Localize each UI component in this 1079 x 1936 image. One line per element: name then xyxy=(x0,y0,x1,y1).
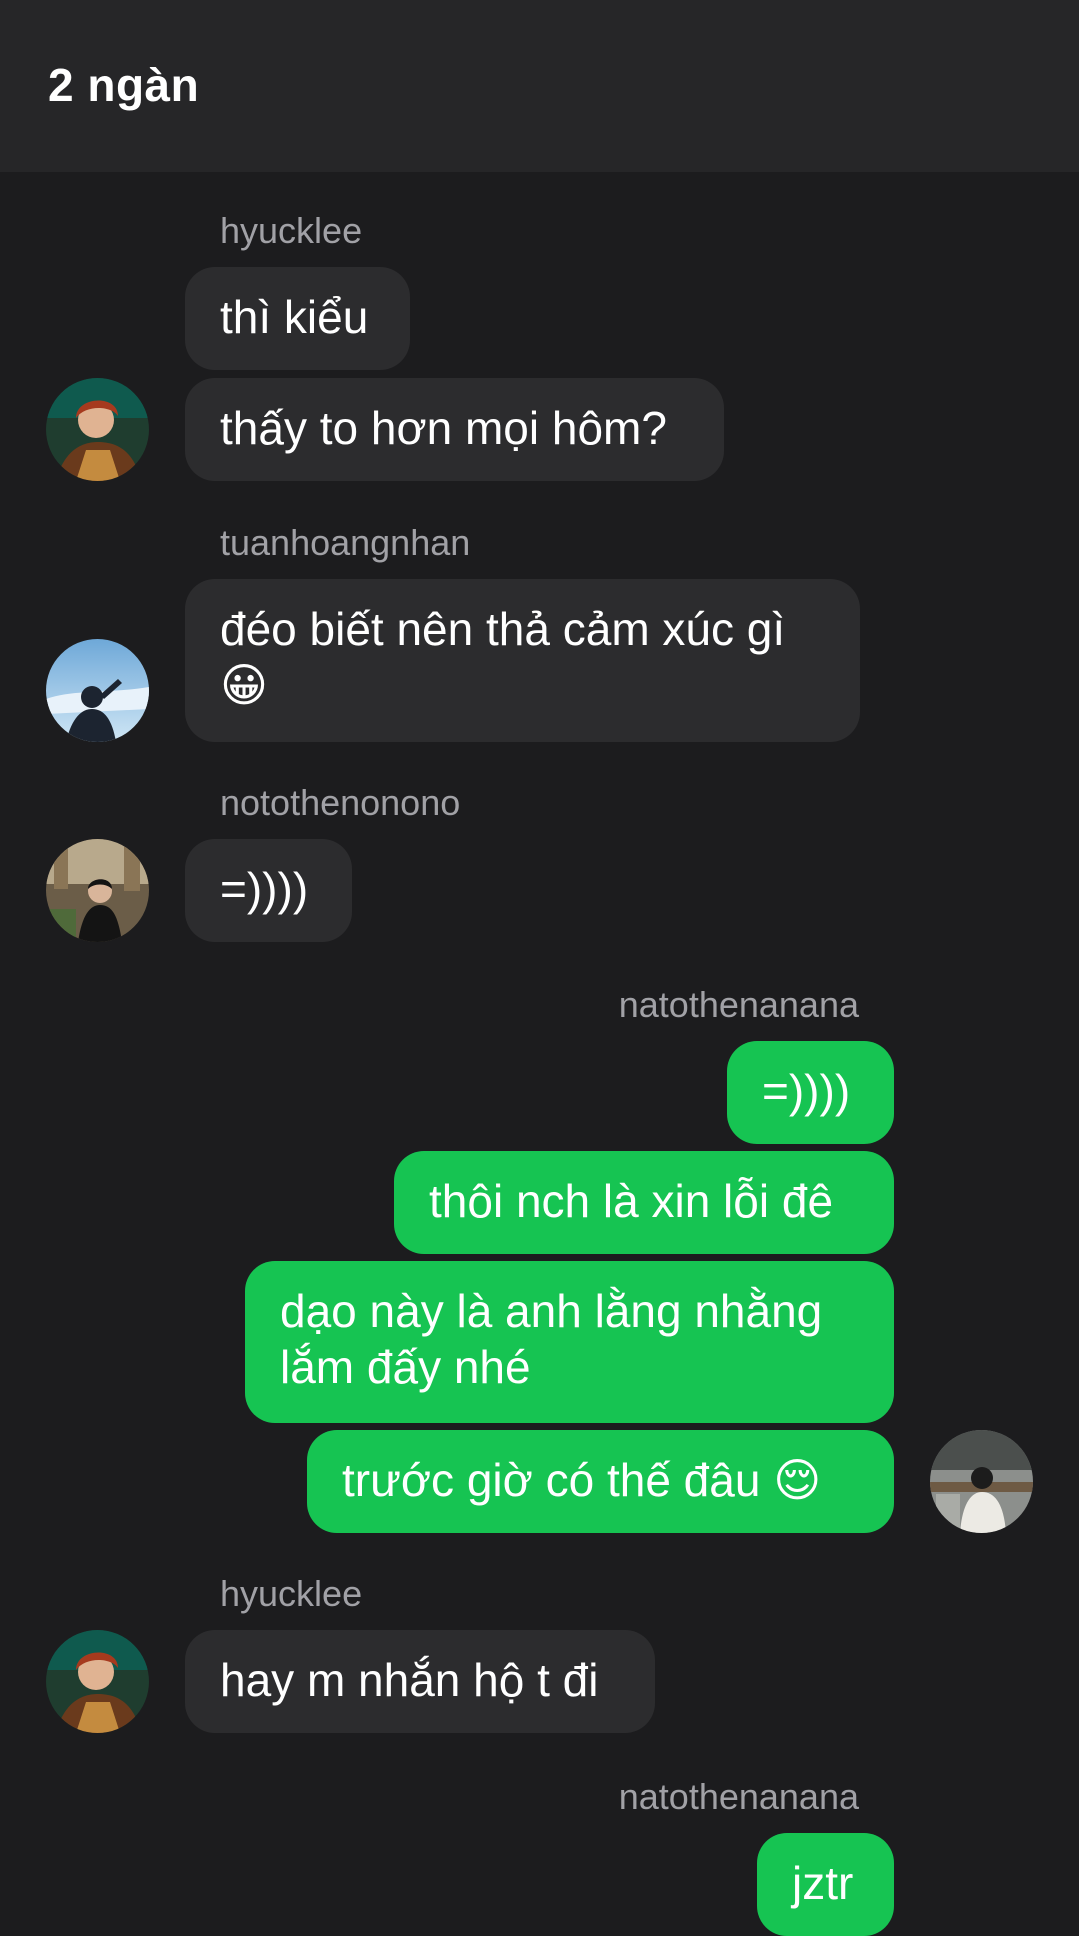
message-bubble[interactable]: thấy to hơn mọi hôm? xyxy=(185,378,724,481)
sender-name-hyucklee: hyucklee xyxy=(220,210,363,251)
person-avatar-icon xyxy=(46,639,149,742)
person-avatar-icon xyxy=(46,839,149,942)
message-text: thấy to hơn mọi hôm? xyxy=(220,402,667,454)
message-text: =)))) xyxy=(220,863,309,915)
message-text: thôi nch là xin lỗi đê xyxy=(429,1175,834,1227)
message-bubble[interactable]: jztr xyxy=(757,1833,894,1936)
avatar-hyucklee[interactable] xyxy=(46,1630,149,1733)
message-text: hay m nhắn hộ t đi xyxy=(220,1654,599,1706)
sender-name-natothenanana: natothenanana xyxy=(618,1776,859,1817)
message-text: thì kiểu xyxy=(220,291,369,343)
person-avatar-icon xyxy=(46,378,149,481)
sender-name-natothenanana: natothenanana xyxy=(618,984,859,1025)
message-text: jztr xyxy=(792,1857,854,1909)
message-bubble[interactable]: thì kiểu xyxy=(185,267,410,370)
message-bubble[interactable]: dạo này là anh lằng nhằng lắm đấy nhé xyxy=(245,1261,894,1423)
message-text: trước giờ có thế đâu xyxy=(342,1454,761,1506)
avatar-tuanhoangnhan[interactable] xyxy=(46,639,149,742)
message-text: dạo này là anh lằng nhằng lắm đấy nhé xyxy=(280,1285,823,1393)
message-bubble[interactable]: hay m nhắn hộ t đi xyxy=(185,1630,655,1733)
message-text: =)))) xyxy=(762,1065,851,1117)
sender-name-tuanhoangnhan: tuanhoangnhan xyxy=(220,522,471,563)
message-bubble[interactable]: =)))) xyxy=(185,839,352,942)
message-text: đéo biết nên thả cảm xúc gì xyxy=(220,603,786,655)
grinning-face-emoji: 😀 xyxy=(220,658,268,712)
chat-title[interactable]: 2 ngàn xyxy=(48,58,199,112)
person-avatar-icon xyxy=(46,1630,149,1733)
relieved-face-emoji: 😌 xyxy=(773,1453,822,1507)
sender-name-hyucklee: hyucklee xyxy=(220,1573,363,1614)
person-avatar-icon xyxy=(930,1430,1033,1533)
avatar-hyucklee[interactable] xyxy=(46,378,149,481)
sender-name-notothenonono: notothenonono xyxy=(220,782,461,823)
message-bubble[interactable]: =)))) xyxy=(727,1041,894,1144)
message-bubble[interactable]: trước giờ có thế đâu 😌 xyxy=(307,1430,894,1533)
avatar-natothenanana[interactable] xyxy=(930,1430,1033,1533)
message-bubble[interactable]: đéo biết nên thả cảm xúc gì 😀 xyxy=(185,579,860,742)
chat-header: 2 ngàn xyxy=(0,0,1079,172)
avatar-notothenonono[interactable] xyxy=(46,839,149,942)
message-bubble[interactable]: thôi nch là xin lỗi đê xyxy=(394,1151,894,1254)
